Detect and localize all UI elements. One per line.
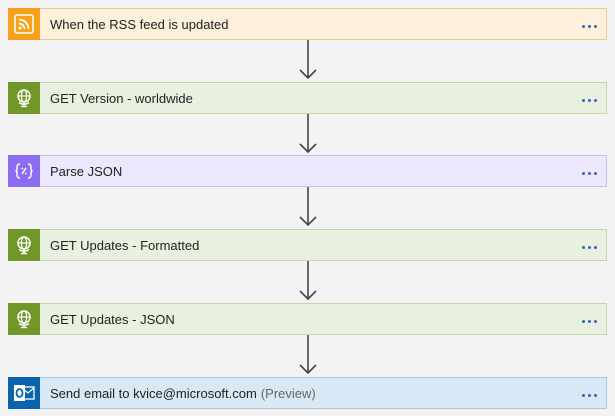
outlook-icon (8, 376, 40, 409)
connector-arrow (299, 187, 317, 227)
step-title: When the RSS feed is updated (50, 16, 229, 32)
step-title: Send email to kvice@microsoft.com (Previe… (50, 385, 316, 401)
step-get-updates-formatted[interactable]: GET Updates - Formatted (8, 228, 607, 261)
step-get-version[interactable]: GET Version - worldwide (8, 81, 607, 114)
more-options-button[interactable] (574, 378, 604, 408)
more-options-button[interactable] (574, 156, 604, 186)
curly-braces-icon (8, 154, 40, 187)
connector-arrow (299, 40, 317, 80)
step-title: Parse JSON (50, 163, 123, 179)
step-get-updates-json[interactable]: GET Updates - JSON (8, 302, 607, 335)
connector-arrow (299, 335, 317, 375)
ellipsis-icon (580, 16, 598, 32)
step-title: GET Updates - Formatted (50, 237, 200, 253)
ellipsis-icon (580, 311, 598, 327)
step-title: GET Updates - JSON (50, 311, 175, 327)
more-options-button[interactable] (574, 9, 604, 39)
step-rss-trigger[interactable]: When the RSS feed is updated (8, 7, 607, 40)
globe-icon (8, 81, 40, 114)
ellipsis-icon (580, 385, 598, 401)
ellipsis-icon (580, 163, 598, 179)
step-title: GET Version - worldwide (50, 90, 193, 106)
ellipsis-icon (580, 237, 598, 253)
ellipsis-icon (580, 90, 598, 106)
flow-canvas: When the RSS feed is updated GET Version… (0, 0, 615, 416)
globe-icon (8, 302, 40, 335)
globe-icon (8, 228, 40, 261)
rss-icon (8, 7, 40, 40)
step-parse-json[interactable]: Parse JSON (8, 154, 607, 187)
connector-arrow (299, 261, 317, 301)
connector-arrow (299, 114, 317, 154)
more-options-button[interactable] (574, 304, 604, 334)
more-options-button[interactable] (574, 83, 604, 113)
step-send-email[interactable]: Send email to kvice@microsoft.com (Previe… (8, 376, 607, 409)
more-options-button[interactable] (574, 230, 604, 260)
step-suffix: (Preview) (260, 385, 316, 401)
